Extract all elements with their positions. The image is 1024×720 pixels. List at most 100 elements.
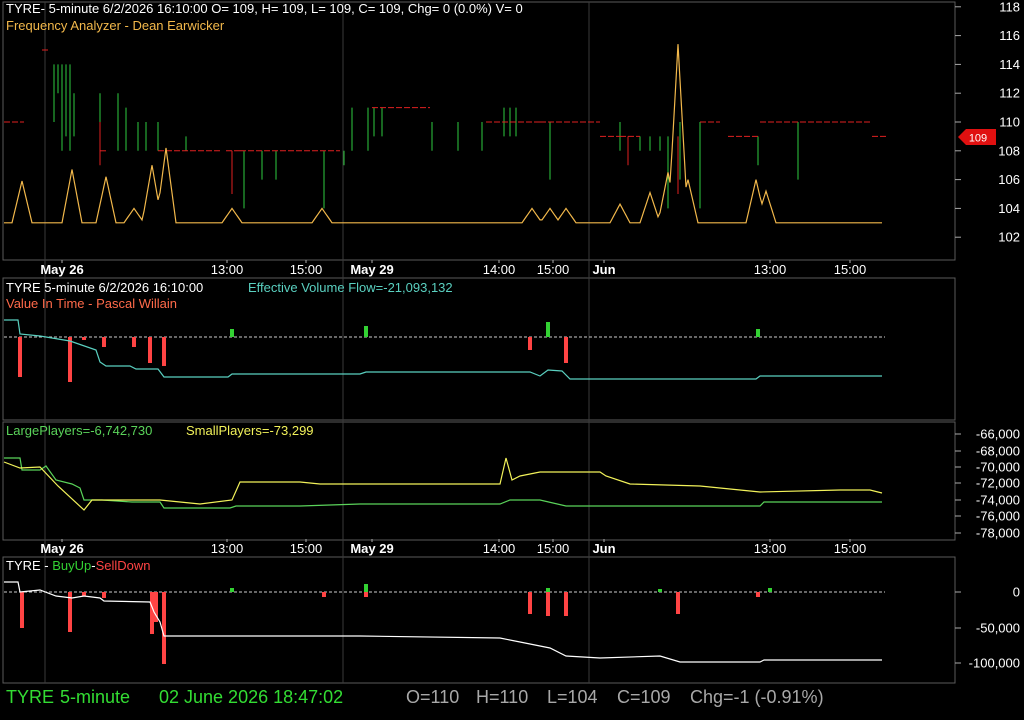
buyup-bar-3 — [658, 589, 662, 592]
players-tick-3: -72,000 — [976, 476, 1020, 491]
selldown-bar-3 — [102, 592, 106, 598]
time-label-bottom-0: May 26 — [40, 541, 83, 556]
effective-volume-flow-label: Effective Volume Flow=-21,093,132 — [248, 280, 453, 295]
vit-negative-bar-3 — [102, 337, 106, 347]
vit-negative-bar-0 — [18, 337, 22, 377]
large-players-label: LargePlayers=-6,742,730 — [6, 423, 152, 438]
time-label-bottom-2: 15:00 — [290, 541, 323, 556]
selldown-bar-4 — [150, 592, 154, 634]
selldown-bar-0 — [20, 592, 24, 628]
value-in-time-label: Value In Time - Pascal Willain — [6, 296, 177, 311]
time-label-bottom-6: Jun — [592, 541, 615, 556]
time-label-bottom-5: 15:00 — [537, 541, 570, 556]
buyup-selldown-bars — [20, 584, 772, 664]
buyup-bar-1 — [364, 584, 368, 592]
vit-negative-bar-2 — [82, 337, 86, 340]
time-label-top-8: 15:00 — [834, 262, 867, 277]
vit-positive-bar-0 — [230, 329, 234, 337]
players-tick-5: -76,000 — [976, 509, 1020, 524]
chart-window: 118 116 114 112 110 108 106 104 102 109 TYRE- 5-… — [0, 0, 1024, 720]
price-tick-1: 116 — [999, 28, 1020, 43]
status-interval: 5-minute — [60, 687, 131, 707]
panel-frames — [2, 1, 956, 684]
vit-negative-bar-4 — [132, 337, 136, 347]
buyup-tick-2: -100,000 — [969, 656, 1020, 671]
grid-lines — [44, 2, 590, 683]
price-bars — [4, 49, 886, 209]
vit-positive-bar-1 — [364, 326, 368, 337]
players-axis: -66,000 -68,000-70,000-72,000 -74,000-76,0… — [955, 427, 1020, 541]
players-tick-6: -78,000 — [976, 526, 1020, 541]
time-label-top-6: Jun — [592, 262, 615, 277]
time-label-top-1: 13:00 — [211, 262, 244, 277]
value-in-time-bars — [18, 322, 760, 382]
buyup-panel-header: TYRE - BuyUp-SellDown — [6, 558, 151, 573]
price-tick-8: 102 — [998, 230, 1020, 245]
vit-positive-bar-3 — [756, 329, 760, 337]
time-label-bottom-7: 13:00 — [754, 541, 787, 556]
vit-negative-bar-8 — [564, 337, 568, 363]
buyup-ticker: TYRE - — [6, 558, 52, 573]
status-bar: TYRE 5-minute 02 June 2026 18:47:02 O=11… — [0, 684, 1024, 720]
buyup-bar-4 — [768, 588, 772, 592]
selldown-bar-6 — [162, 592, 166, 664]
frequency-analyzer-label: Frequency Analyzer - Dean Earwicker — [6, 18, 225, 33]
buyup-panel-frame — [2, 556, 956, 684]
vit-negative-bar-1 — [68, 337, 72, 382]
players-tick-1: -68,000 — [976, 444, 1020, 459]
price-tick-2: 114 — [999, 57, 1020, 72]
vit-negative-bar-6 — [162, 337, 166, 366]
time-label-bottom-4: 14:00 — [483, 541, 516, 556]
time-label-bottom-8: 15:00 — [834, 541, 867, 556]
price-tick-5: 108 — [998, 143, 1020, 158]
time-axis-bottom: May 26 13:00 15:00 May 29 14:00 15:00 Jun 13:00… — [40, 539, 866, 556]
frequency-analyzer-line — [4, 44, 882, 224]
price-tick-0: 118 — [999, 0, 1020, 14]
selldown-label: SellDown — [96, 558, 151, 573]
time-label-bottom-3: May 29 — [350, 541, 393, 556]
players-tick-0: -66,000 — [976, 427, 1020, 442]
price-tick-6: 106 — [998, 172, 1020, 187]
buyup-tick-1: -50,000 — [976, 621, 1020, 636]
selldown-bar-12 — [676, 592, 680, 614]
selldown-bar-9 — [528, 592, 532, 614]
buyup-tick-0: 0 — [1013, 585, 1020, 600]
accumulation-line — [4, 581, 882, 663]
time-label-bottom-1: 13:00 — [211, 541, 244, 556]
volume-flow-panel-header: TYRE 5-minute 6/2/2026 16:10:00 — [6, 280, 203, 295]
last-price-label: 109 — [969, 133, 987, 145]
time-label-top-5: 15:00 — [537, 262, 570, 277]
selldown-bar-8 — [364, 592, 368, 597]
status-low: L=104 — [547, 687, 598, 707]
effective-volume-flow-line — [4, 319, 882, 380]
status-high: H=110 — [476, 687, 529, 707]
players-tick-2: -70,000 — [976, 460, 1020, 475]
status-datetime: 02 June 2026 18:47:02 — [159, 687, 344, 707]
small-players-label: SmallPlayers=-73,299 — [186, 423, 314, 438]
price-axis: 118 116 114 112 110 108 106 104 102 — [955, 0, 1020, 245]
last-price-marker: 109 — [958, 129, 996, 145]
selldown-bar-11 — [564, 592, 568, 616]
players-panel-frame — [2, 421, 956, 541]
chart-canvas[interactable]: 118 116 114 112 110 108 106 104 102 109 TYRE- 5-… — [0, 0, 1024, 684]
vit-negative-bar-7 — [528, 337, 532, 350]
selldown-bar-13 — [756, 592, 760, 597]
time-label-top-0: May 26 — [40, 262, 83, 277]
time-axis-top: May 26 13:00 15:00 May 29 14:00 15:00 Jun 13:00… — [40, 260, 866, 277]
price-tick-4: 110 — [999, 115, 1020, 130]
vit-negative-bar-5 — [148, 337, 152, 363]
time-label-top-2: 15:00 — [290, 262, 323, 277]
time-label-top-7: 13:00 — [754, 262, 787, 277]
selldown-bar-7 — [322, 592, 326, 597]
buyup-bar-2 — [546, 588, 550, 592]
price-panel-header: TYRE- 5-minute 6/2/2026 16:10:00 O= 109,… — [6, 1, 523, 16]
buyup-axis: 0 -50,000 -100,000 — [955, 585, 1020, 671]
price-tick-7: 104 — [998, 201, 1020, 216]
players-tick-4: -74,000 — [976, 493, 1020, 508]
status-symbol: TYRE — [6, 687, 55, 707]
status-change: Chg=-1 (-0.91%) — [690, 687, 824, 707]
selldown-bar-10 — [546, 592, 550, 616]
time-label-top-4: 14:00 — [483, 262, 516, 277]
vit-positive-bar-2 — [546, 322, 550, 337]
status-open: O=110 — [406, 687, 460, 707]
